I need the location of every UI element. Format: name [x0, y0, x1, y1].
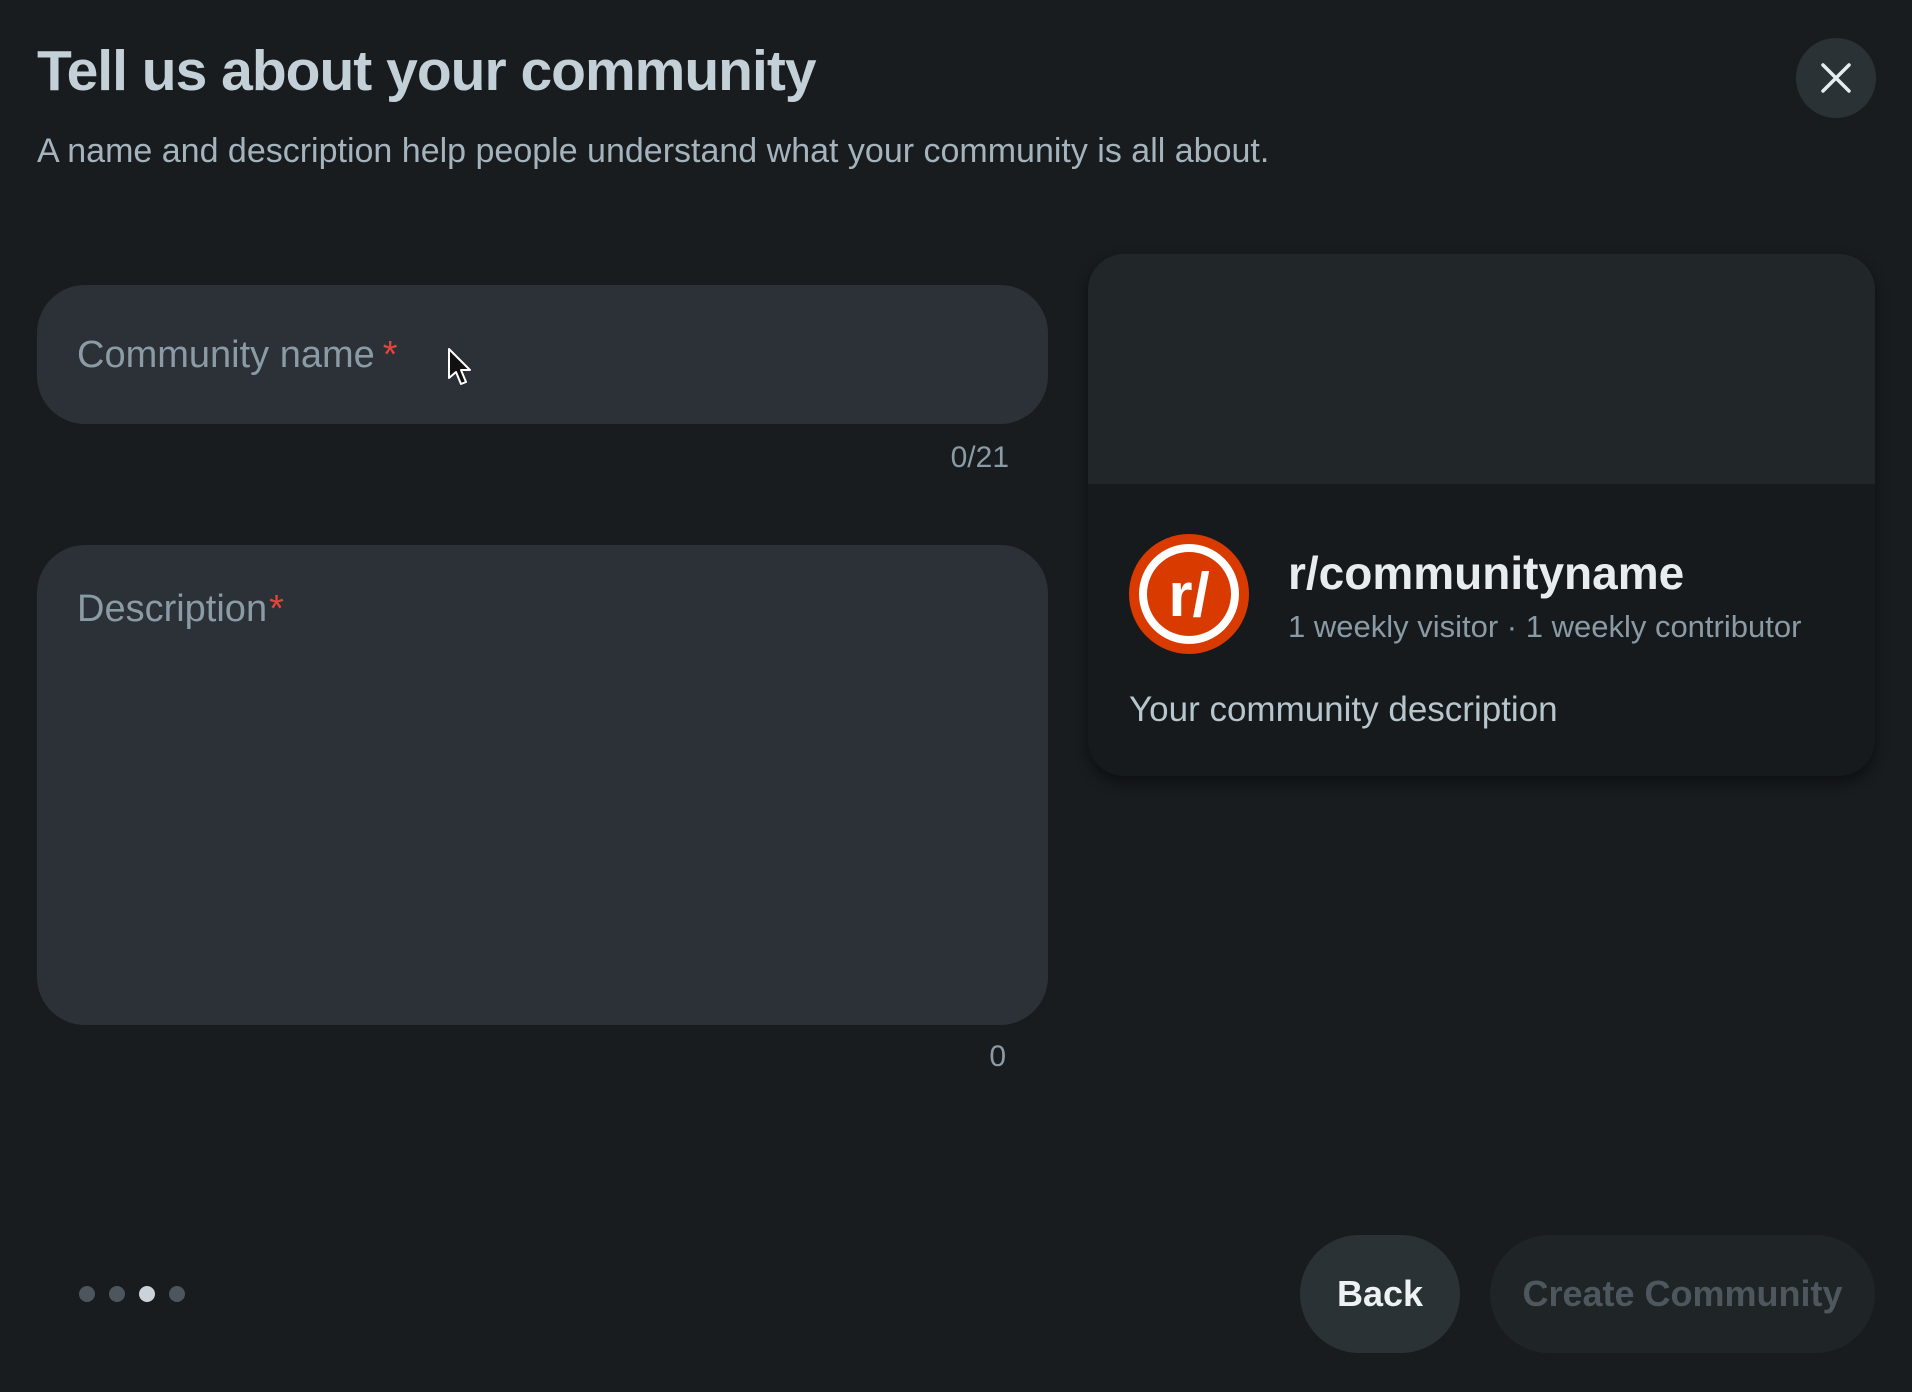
preview-banner	[1088, 254, 1875, 484]
page-subtitle: A name and description help people under…	[37, 132, 1270, 170]
create-community-button[interactable]: Create Community	[1490, 1235, 1875, 1353]
required-asterisk: *	[269, 588, 284, 630]
community-preview-card: r/ r/communityname 1 weekly visitor · 1 …	[1088, 254, 1875, 776]
close-button[interactable]	[1796, 38, 1876, 118]
close-icon	[1821, 63, 1851, 93]
community-name-label: Community name *	[77, 334, 398, 376]
required-asterisk: *	[382, 334, 398, 376]
community-name-input[interactable]: Community name *	[37, 285, 1048, 424]
mouse-pointer-icon	[448, 348, 471, 385]
community-name-preview: r/communityname	[1288, 547, 1685, 599]
page-title: Tell us about your community	[37, 39, 817, 103]
avatar-logo-text: r/	[1168, 561, 1209, 630]
step-dot-current	[139, 1286, 155, 1302]
step-dot	[169, 1286, 185, 1302]
reddit-r-slash-logo-icon: r/	[1129, 534, 1249, 654]
back-button[interactable]: Back	[1300, 1235, 1460, 1353]
description-input[interactable]: Description*	[37, 545, 1048, 1025]
community-description-preview: Your community description	[1129, 690, 1558, 729]
description-label: Description*	[77, 588, 284, 630]
description-counter: 0	[989, 1040, 1006, 1073]
step-dot	[109, 1286, 125, 1302]
step-dot	[79, 1286, 95, 1302]
community-name-counter: 0/21	[950, 441, 1009, 474]
community-stats: 1 weekly visitor · 1 weekly contributor	[1288, 609, 1802, 644]
step-indicator	[79, 1286, 185, 1302]
